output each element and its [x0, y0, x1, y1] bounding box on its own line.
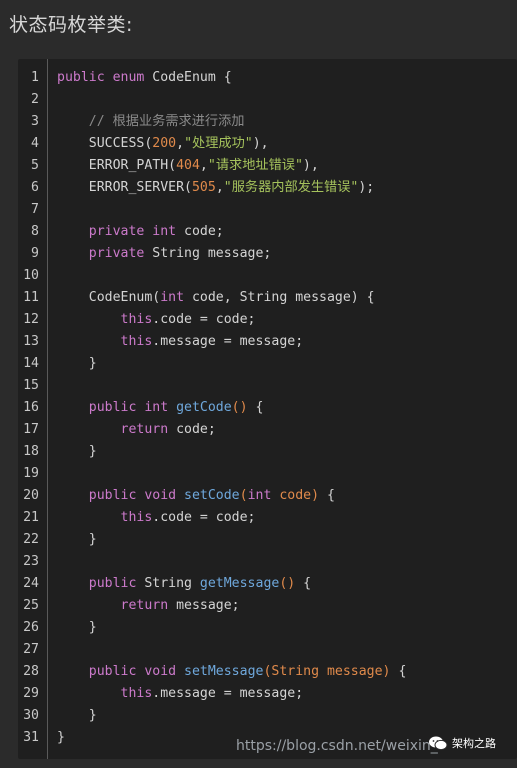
code-text: public int getCode() {: [57, 400, 264, 415]
line-number: 1: [31, 70, 39, 85]
line-number: 8: [31, 224, 39, 239]
line-number: 21: [23, 510, 39, 525]
source-watermark: https://blog.csdn.net/weixin_: [236, 738, 438, 754]
code-text: }: [57, 532, 97, 547]
line-number: 27: [23, 642, 39, 657]
line-number: 29: [23, 686, 39, 701]
account-name: 架构之路: [452, 737, 496, 750]
account-badge: 架构之路: [428, 735, 496, 751]
code-text: private int code;: [57, 224, 224, 239]
line-number: 13: [23, 334, 39, 349]
code-line: 21 this.code = code;: [18, 507, 517, 529]
code-line: 8 private int code;: [18, 221, 517, 243]
code-line: 15: [18, 375, 517, 397]
code-text: }: [57, 620, 97, 635]
code-block: 1 public enum CodeEnum {2 3 // 根据业务需求进行添加 4…: [18, 59, 517, 759]
code-text: return message;: [57, 598, 240, 613]
code-line: 22 }: [18, 529, 517, 551]
line-number: 14: [23, 356, 39, 371]
line-number: 7: [31, 202, 39, 217]
code-text: }: [57, 730, 65, 745]
code-line: 6 ERROR_SERVER(505,"服务器内部发生错误");: [18, 177, 517, 199]
code-text: }: [57, 708, 97, 723]
code-line: 19: [18, 463, 517, 485]
line-number: 18: [23, 444, 39, 459]
code-text: public enum CodeEnum {: [57, 70, 232, 85]
code-line: 16 public int getCode() {: [18, 397, 517, 419]
line-number: 16: [23, 400, 39, 415]
code-text: this.message = message;: [57, 686, 304, 701]
code-line: 10: [18, 265, 517, 287]
code-line: 20 public void setCode(int code) {: [18, 485, 517, 507]
code-line: 30 }: [18, 705, 517, 727]
line-number: 31: [23, 730, 39, 745]
code-line: 26 }: [18, 617, 517, 639]
line-number: 26: [23, 620, 39, 635]
line-number: 23: [23, 554, 39, 569]
line-number: 20: [23, 488, 39, 503]
code-line: 5 ERROR_PATH(404,"请求地址错误"),: [18, 155, 517, 177]
code-line: 2: [18, 89, 517, 111]
section-heading: 状态码枚举类:: [9, 14, 133, 36]
code-text: SUCCESS(200,"处理成功"),: [57, 136, 269, 151]
line-number: 4: [31, 136, 39, 151]
code-text: public String getMessage() {: [57, 576, 312, 591]
code-line: 12 this.code = code;: [18, 309, 517, 331]
code-text: CodeEnum(int code, String message) {: [57, 290, 375, 305]
line-number: 19: [23, 466, 39, 481]
code-lines: 1 public enum CodeEnum {2 3 // 根据业务需求进行添加 4…: [18, 67, 517, 749]
line-number: 11: [23, 290, 39, 305]
code-line: 29 this.message = message;: [18, 683, 517, 705]
code-text: public void setCode(int code) {: [57, 488, 335, 503]
line-number: 28: [23, 664, 39, 679]
line-number: 17: [23, 422, 39, 437]
code-line: 9 private String message;: [18, 243, 517, 265]
code-text: ERROR_SERVER(505,"服务器内部发生错误");: [57, 180, 375, 195]
line-number: 22: [23, 532, 39, 547]
code-line: 28 public void setMessage(String message…: [18, 661, 517, 683]
code-line: 1 public enum CodeEnum {: [18, 67, 517, 89]
line-number: 30: [23, 708, 39, 723]
code-line: 7: [18, 199, 517, 221]
line-number: 25: [23, 598, 39, 613]
code-line: 23: [18, 551, 517, 573]
code-line: 27: [18, 639, 517, 661]
line-number: 24: [23, 576, 39, 591]
code-line: 24 public String getMessage() {: [18, 573, 517, 595]
code-text: }: [57, 356, 97, 371]
code-text: this.code = code;: [57, 510, 256, 525]
wechat-icon: [428, 735, 448, 751]
code-text: private String message;: [57, 246, 272, 261]
code-text: return code;: [57, 422, 216, 437]
code-line: 18 }: [18, 441, 517, 463]
line-number: 10: [23, 268, 39, 283]
code-text: public void setMessage(String message) {: [57, 664, 407, 679]
line-number: 9: [31, 246, 39, 261]
line-number: 2: [31, 92, 39, 107]
code-line: 3 // 根据业务需求进行添加: [18, 111, 517, 133]
code-text: this.message = message;: [57, 334, 304, 349]
code-line: 14 }: [18, 353, 517, 375]
code-text: // 根据业务需求进行添加: [57, 114, 245, 129]
code-line: 11 CodeEnum(int code, String message) {: [18, 287, 517, 309]
code-line: 17 return code;: [18, 419, 517, 441]
code-line: 13 this.message = message;: [18, 331, 517, 353]
code-text: }: [57, 444, 97, 459]
line-number: 6: [31, 180, 39, 195]
code-line: 25 return message;: [18, 595, 517, 617]
code-line: 4 SUCCESS(200,"处理成功"),: [18, 133, 517, 155]
line-number: 15: [23, 378, 39, 393]
code-text: ERROR_PATH(404,"请求地址错误"),: [57, 158, 319, 173]
line-number: 12: [23, 312, 39, 327]
line-number: 3: [31, 114, 39, 129]
line-number: 5: [31, 158, 39, 173]
code-text: this.code = code;: [57, 312, 256, 327]
